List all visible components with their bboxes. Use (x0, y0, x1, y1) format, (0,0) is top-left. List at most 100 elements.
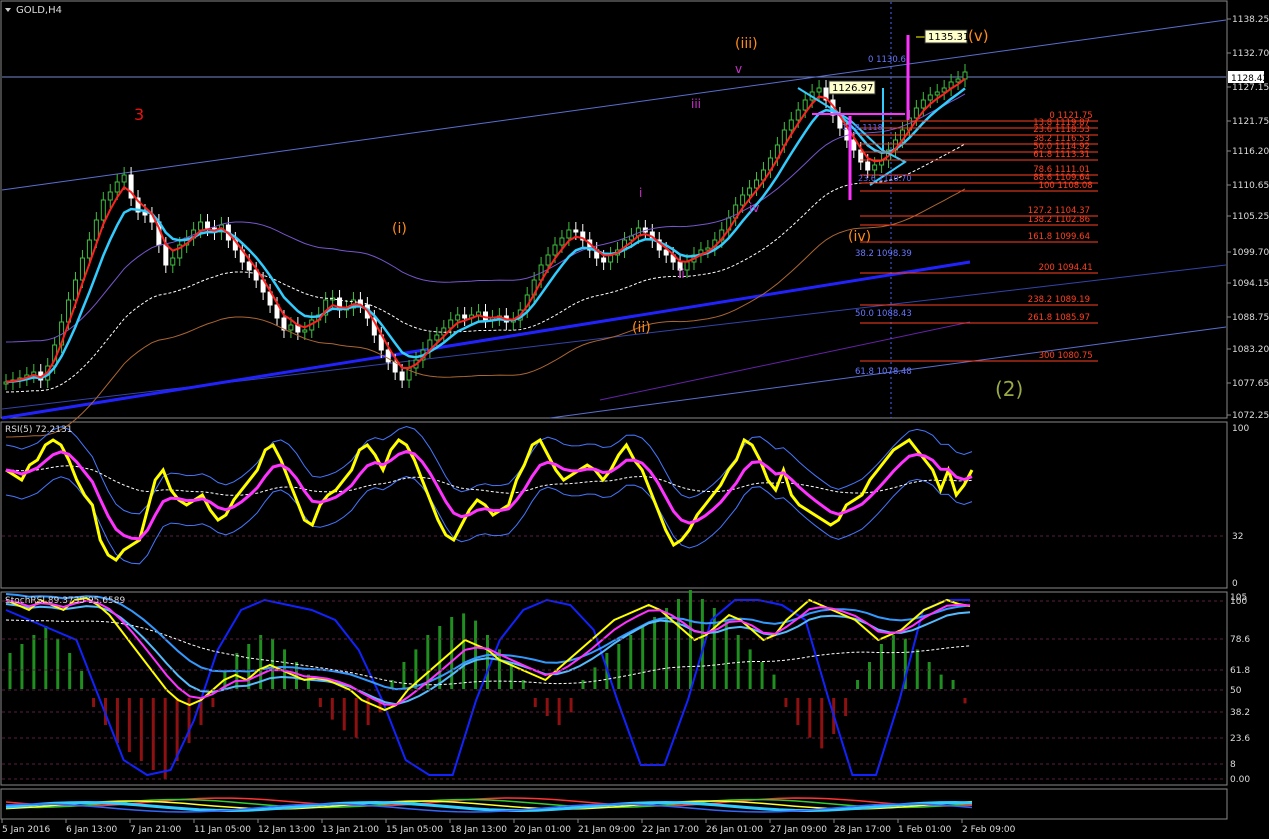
fib-inner-upper: 13.8 1118 (842, 123, 883, 132)
sma-slow-line (5, 143, 966, 393)
time-axis-label: 13 Jan 21:00 (322, 825, 379, 835)
window-menu-icon[interactable] (5, 8, 11, 12)
time-axis-label: 7 Jan 21:00 (130, 825, 182, 835)
candle-body (385, 349, 391, 363)
histogram-bar-down (963, 698, 967, 704)
fib-blue-label: 50.0 1088.43 (855, 309, 912, 319)
wave-label-iii: (iii) (735, 36, 758, 52)
candle-body (198, 221, 204, 231)
rsi-level-0: 0 (1232, 579, 1238, 589)
histogram-bar-down (330, 698, 334, 720)
mid-price-value: 1126.97 (832, 83, 873, 94)
stoch-layer (5, 590, 971, 779)
wave-label-iv: (iv) (848, 229, 871, 245)
histogram-bar-down (92, 698, 96, 707)
histogram-bar-up (760, 662, 764, 689)
histogram-bar-up (402, 662, 406, 689)
time-axis: 5 Jan 2016 6 Jan 13:00 7 Jan 21:00 11 Jan 0… (1, 819, 1016, 835)
histogram-bar-up (474, 620, 478, 689)
histogram-bar-up (879, 644, 883, 689)
histogram-bar-up (927, 662, 931, 689)
rsi-layer (2, 425, 1226, 565)
histogram-bar-up (32, 635, 36, 689)
subwave-label-ii: ii (678, 267, 685, 281)
candle-body (788, 119, 794, 131)
stoch-level-label: 8 (1230, 760, 1236, 770)
rsi-line (5, 437, 974, 562)
histogram-bar-up (939, 674, 943, 689)
candle-body (163, 244, 169, 266)
wave-label-3: 3 (134, 105, 144, 124)
histogram-bar-down (127, 698, 131, 752)
histogram-bar-up (856, 680, 860, 689)
candle-body (559, 237, 565, 246)
histogram-bar-up (641, 626, 645, 689)
chart-canvas[interactable]: GOLD,H4 1138.25 1132.70 1127.15 1121.75 1116… (0, 0, 1269, 839)
histogram-bar-down (139, 698, 143, 761)
histogram-bar-up (868, 662, 871, 689)
histogram-bar-down (354, 698, 358, 738)
histogram-bar-up (653, 617, 657, 689)
fib-level-label: 261.8 1085.97 (1028, 313, 1090, 323)
candle-body (205, 221, 211, 229)
candle-body (684, 261, 690, 271)
ema-fast-line (5, 77, 966, 383)
stoch-level-label: 100 (1230, 597, 1247, 607)
histogram-bar-up (677, 599, 680, 689)
current-price-value: 1128.42 (1231, 74, 1268, 84)
price-axis-label: 1077.65 (1232, 379, 1269, 389)
candle-body (955, 78, 961, 83)
time-axis-label: 12 Jan 13:00 (258, 825, 315, 835)
histogram-bar-down (545, 698, 549, 716)
candle-body (100, 199, 106, 221)
stoch-title: StochRSI 89.3735 95.6589 (5, 596, 125, 606)
price-axis-label: 1116.20 (1232, 147, 1269, 157)
time-axis-label: 6 Jan 13:00 (66, 825, 118, 835)
fib-inner-lower: 23.6 1110.70 (858, 174, 911, 183)
candle-body (795, 109, 801, 121)
histogram-bar-up (951, 680, 955, 689)
histogram-bar-up (271, 638, 275, 689)
time-axis-label: 20 Jan 01:00 (514, 825, 571, 835)
histogram-bar-down (844, 698, 848, 716)
candle-body (121, 174, 127, 183)
histogram-bar-up (438, 626, 442, 689)
candle-body (114, 181, 120, 193)
histogram-bar-up (581, 680, 585, 689)
candle-body (93, 219, 99, 241)
histogram-bar-up (8, 653, 12, 689)
ema-slow-line (5, 87, 966, 384)
rsi-title: RSI(5) 72.2131 (5, 425, 72, 435)
price-axis-label: 1072.25 (1232, 411, 1269, 421)
candle-body (920, 99, 926, 109)
histogram-bar-up (688, 590, 692, 689)
stoch-level-label: 61.8 (1230, 666, 1250, 676)
histogram-bar-down (318, 698, 322, 707)
histogram-bar-up (593, 667, 597, 689)
fib-level-label: 238.2 1089.19 (1028, 295, 1090, 305)
stoch-level-label: 38.2 (1230, 708, 1250, 718)
candle-body (913, 107, 919, 119)
histogram-bar-up (283, 649, 287, 689)
mini-layer (5, 797, 973, 813)
price-axis-label: 1105.25 (1232, 212, 1269, 222)
histogram-bar-up (68, 653, 72, 689)
candle-body (816, 87, 822, 93)
time-axis-label: 1 Feb 01:00 (898, 825, 952, 835)
candle-body (566, 229, 572, 239)
histogram-bar-up (629, 635, 633, 689)
window-title: GOLD,H4 (16, 5, 62, 16)
candle-body (462, 314, 468, 319)
price-axis-label: 1083.20 (1232, 345, 1269, 355)
histogram-bar-down (115, 698, 119, 743)
histogram-bar-up (56, 638, 60, 689)
fib-blue-label: 38.2 1098.39 (855, 249, 912, 259)
candle-body (941, 87, 947, 93)
candle-body (872, 164, 878, 171)
histogram-bar-down (533, 698, 537, 707)
time-axis-label: 18 Jan 13:00 (450, 825, 507, 835)
time-axis-label: 11 Jan 05:00 (194, 825, 251, 835)
wave-label-i: (i) (392, 221, 407, 237)
rsi-level-32: 32 (1232, 532, 1243, 542)
histogram-bar-up (80, 671, 84, 689)
